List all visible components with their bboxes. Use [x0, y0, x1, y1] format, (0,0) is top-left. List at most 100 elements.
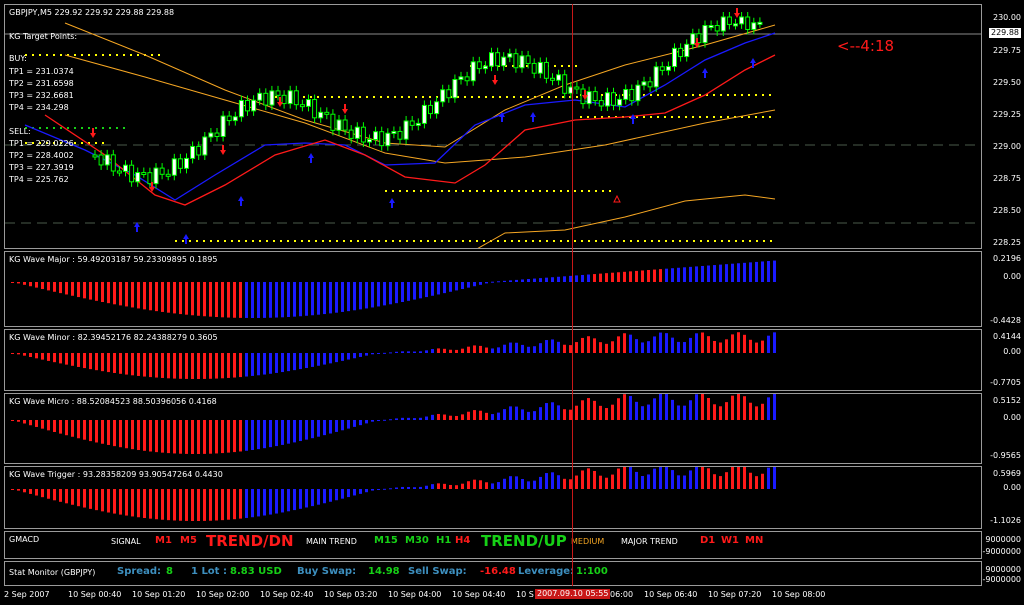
candle-body — [348, 129, 354, 139]
histogram-bar — [359, 282, 362, 310]
histogram-bar — [503, 344, 506, 353]
histogram-bar — [737, 394, 740, 420]
wave-micro-tick: -0.9565 — [990, 451, 1021, 460]
histogram-bar — [197, 489, 200, 521]
candle-body — [519, 55, 525, 69]
histogram-bar — [371, 282, 374, 308]
candle-body — [391, 130, 397, 134]
candle-body — [446, 89, 452, 99]
histogram-bar — [353, 353, 356, 359]
time-axis[interactable]: 2 Sep 2007 10 Sep 00:40 10 Sep 01:20 10 … — [0, 587, 1024, 605]
price-chart[interactable]: GBPJPY,M5 229.92 229.92 229.88 229.88 KG… — [4, 4, 982, 249]
histogram-bar — [473, 345, 476, 353]
histogram-bar — [557, 405, 560, 420]
histogram-bar — [629, 271, 632, 282]
histogram-bar — [731, 395, 734, 420]
histogram-bar — [341, 489, 344, 499]
histogram-bar — [251, 420, 254, 450]
candle-body — [513, 53, 519, 69]
histogram-bar — [227, 420, 230, 453]
histogram-bar — [101, 420, 104, 444]
histogram-bar — [677, 341, 680, 353]
wave-minor-panel[interactable]: KG Wave Minor : 82.39452176 82.24388279 … — [4, 329, 982, 391]
histogram-bar — [281, 420, 284, 445]
histogram-bar — [593, 470, 596, 489]
price-chart-canvas[interactable] — [5, 5, 982, 249]
histogram-bar — [293, 353, 296, 371]
wave-micro-tick: 0.00 — [1003, 413, 1021, 422]
histogram-bar — [467, 481, 470, 489]
histogram-bar — [317, 282, 320, 315]
histogram-bar — [71, 420, 74, 437]
wave-trigger-panel[interactable]: KG Wave Trigger : 93.28358209 93.9054726… — [4, 466, 982, 529]
histogram-bar — [485, 412, 488, 420]
histogram-bar — [407, 351, 410, 353]
buy-swap-label: Buy Swap: — [297, 566, 357, 577]
price-scale[interactable]: 230.00 229.88 229.75 229.50 229.25 229.0… — [983, 4, 1024, 249]
histogram-bar — [149, 420, 152, 452]
histogram-bar — [59, 489, 62, 502]
wave-trigger-tick: -1.1026 — [990, 516, 1021, 525]
histogram-bar — [629, 396, 632, 420]
histogram-bar — [371, 489, 374, 491]
histogram-bar — [389, 282, 392, 305]
histogram-bar — [17, 489, 20, 491]
histogram-bar — [467, 282, 470, 288]
histogram-bar — [677, 405, 680, 420]
histogram-bar — [581, 337, 584, 353]
histogram-bar — [617, 336, 620, 353]
histogram-bar — [185, 420, 188, 454]
histogram-bar — [695, 333, 698, 353]
stat-monitor-panel[interactable]: Stat Monitor (GBPJPY) Spread: 8 1 Lot : … — [4, 561, 982, 586]
histogram-bar — [683, 405, 686, 420]
price-tick: 229.75 — [993, 46, 1021, 55]
histogram-bar — [509, 406, 512, 420]
histogram-bar — [359, 420, 362, 426]
sell-tp3: TP3 = 227.3919 — [9, 163, 74, 172]
histogram-bar — [155, 489, 158, 520]
lot-value: 8.83 USD — [230, 566, 282, 577]
histogram-bar — [455, 349, 458, 353]
histogram-bar — [395, 418, 398, 420]
stat-label: Stat Monitor (GBPJPY) — [9, 568, 96, 577]
histogram-bar — [437, 348, 440, 353]
histogram-bar — [23, 420, 26, 424]
histogram-bar — [83, 353, 86, 369]
candle-body — [751, 22, 757, 30]
histogram-bar — [173, 353, 176, 379]
major-trend-label: MAJOR TREND — [621, 537, 678, 546]
histogram-bar — [629, 467, 632, 489]
candle-body — [403, 120, 409, 140]
histogram-bar — [581, 470, 584, 489]
histogram-bar — [563, 409, 566, 420]
histogram-bar — [377, 420, 380, 421]
histogram-bar — [731, 334, 734, 353]
wave-major-panel[interactable]: KG Wave Major : 59.49203187 59.23309895 … — [4, 251, 982, 327]
histogram-bar — [47, 489, 50, 499]
histogram-bar — [545, 403, 548, 420]
histogram-bar — [191, 420, 194, 454]
histogram-bar — [329, 282, 332, 314]
histogram-bar — [53, 420, 56, 433]
buy-arrow-icon — [183, 234, 189, 239]
histogram-bar — [653, 398, 656, 420]
histogram-bar — [587, 336, 590, 353]
histogram-bar — [413, 418, 416, 420]
cursor-time-label: 2007.09.10 05:55 — [535, 589, 611, 599]
histogram-bar — [563, 478, 566, 489]
histogram-bar — [365, 282, 368, 309]
wave-micro-panel[interactable]: KG Wave Micro : 88.52084523 88.50396056 … — [4, 393, 982, 464]
gmacd-panel[interactable]: GMACD SIGNAL M1 M5 TREND/DN MAIN TREND M… — [4, 531, 982, 559]
histogram-bar — [509, 280, 512, 282]
histogram-bar — [89, 420, 92, 442]
histogram-bar — [707, 336, 710, 353]
histogram-bar — [29, 420, 32, 426]
histogram-bar — [107, 489, 110, 513]
histogram-bar — [119, 353, 122, 374]
histogram-bar — [719, 476, 722, 489]
histogram-bar — [773, 260, 776, 282]
candle-body — [678, 47, 684, 58]
candle-body — [385, 132, 391, 147]
histogram-bar — [605, 477, 608, 489]
histogram-bar — [695, 266, 698, 282]
